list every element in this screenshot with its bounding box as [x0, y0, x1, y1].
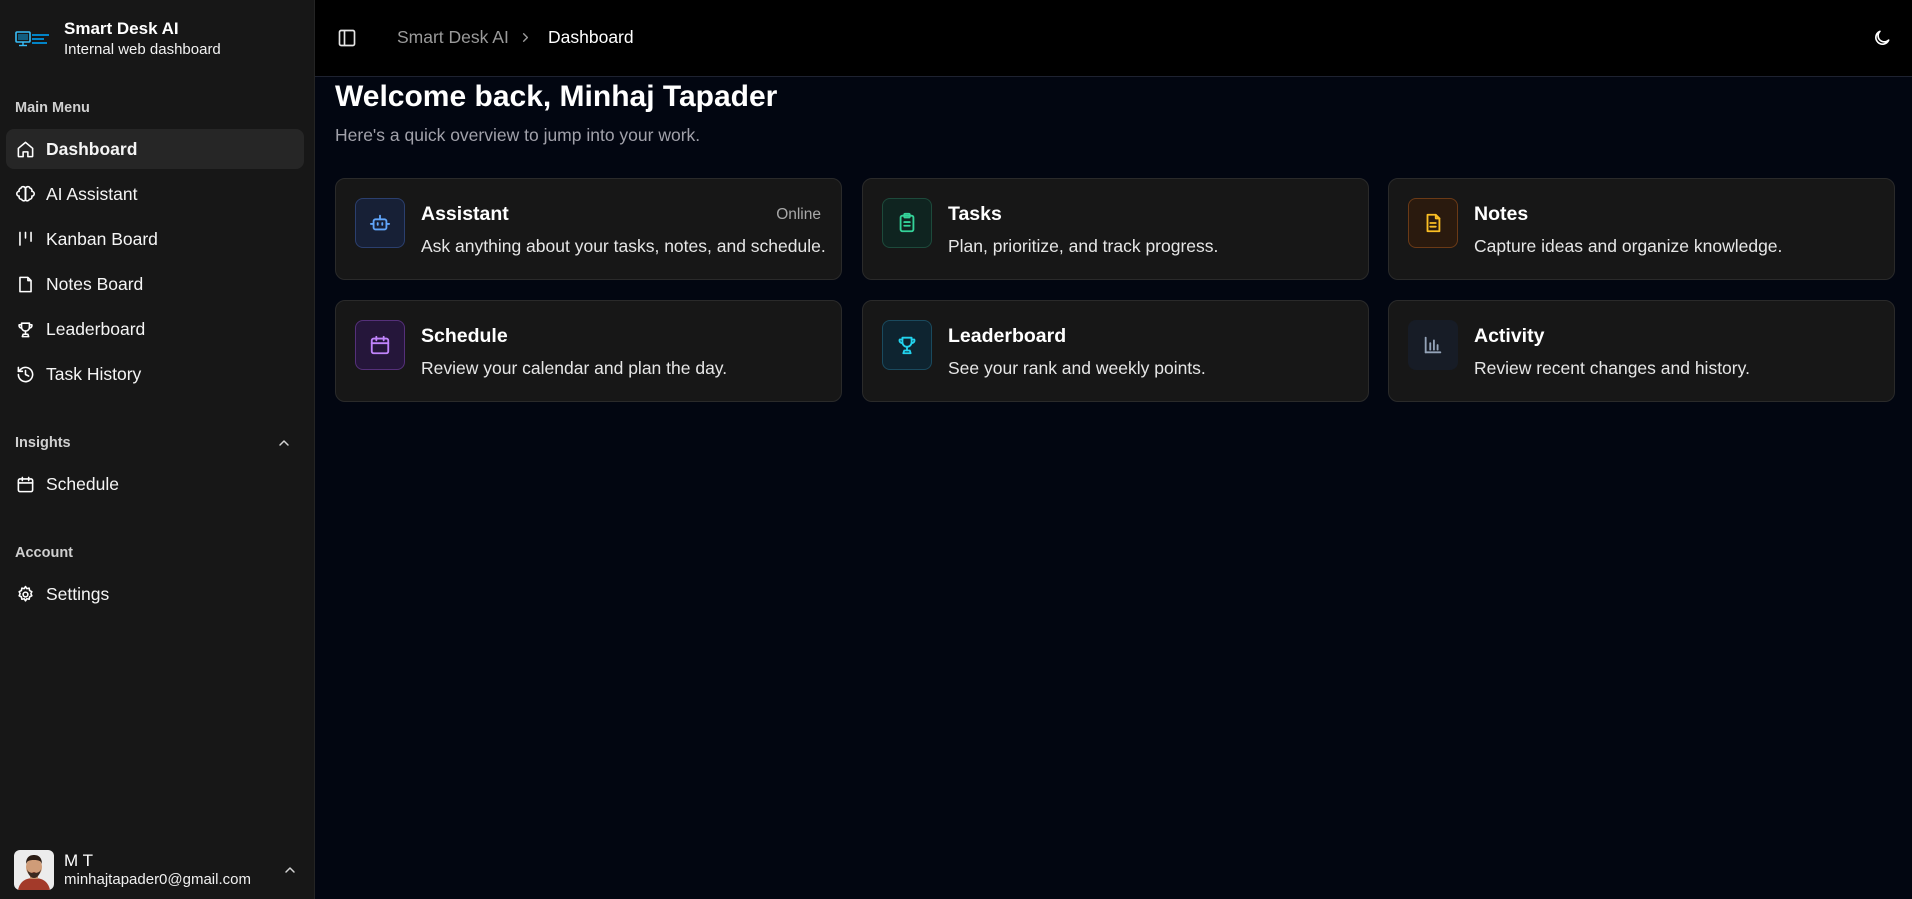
page-subtitle: Here's a quick overview to jump into you… [335, 125, 701, 145]
sidebar-item-label: Notes Board [46, 273, 144, 294]
bot-icon [369, 214, 391, 231]
card-title: Activity [1474, 325, 1545, 347]
moon-icon[interactable] [1872, 28, 1892, 48]
card-activity[interactable]: Activity Review recent changes and histo… [1388, 300, 1895, 402]
card-leaderboard[interactable]: Leaderboard See your rank and weekly poi… [862, 300, 1369, 402]
chevron-up-icon [285, 867, 295, 873]
sidebar: Smart Desk AI Internal web dashboard Mai… [0, 0, 315, 899]
calendar-icon [370, 335, 390, 355]
avatar [14, 850, 54, 890]
trophy-icon [898, 336, 916, 355]
sidebar-item-ai-assistant[interactable]: AI Assistant [6, 174, 304, 214]
card-schedule[interactable]: Schedule Review your calendar and plan t… [335, 300, 842, 402]
card-title: Schedule [421, 325, 508, 347]
sidebar-item-schedule[interactable]: Schedule [6, 464, 304, 504]
top-bar: Smart Desk AI Dashboard [315, 0, 1912, 77]
card-icon-box [355, 198, 405, 248]
breadcrumb-home[interactable]: Smart Desk AI [397, 27, 509, 48]
card-assistant[interactable]: Assistant Ask anything about your tasks,… [335, 178, 842, 280]
card-description: Plan, prioritize, and track progress. [948, 236, 1219, 256]
app-logo-icon [15, 31, 49, 47]
card-title: Tasks [948, 203, 1002, 225]
card-title: Assistant [421, 203, 509, 225]
card-icon-box [882, 320, 932, 370]
chevron-up-icon[interactable] [276, 435, 292, 451]
file-text-icon [1426, 213, 1441, 233]
home-icon [17, 141, 34, 157]
card-description: Review your calendar and plan the day. [421, 358, 728, 378]
brain-icon [16, 185, 35, 202]
sidebar-item-label: Schedule [46, 473, 119, 494]
calendar-icon [17, 476, 34, 492]
brand[interactable]: Smart Desk AI Internal web dashboard [15, 18, 221, 64]
app-title: Smart Desk AI [64, 19, 179, 38]
sidebar-toggle-icon[interactable] [337, 28, 357, 48]
card-tasks[interactable]: Tasks Plan, prioritize, and track progre… [862, 178, 1369, 280]
sidebar-item-leaderboard[interactable]: Leaderboard [6, 309, 304, 349]
page-title: Welcome back, Minhaj Tapader [335, 80, 778, 113]
sidebar-item-label: Settings [46, 583, 110, 604]
sidebar-item-label: Leaderboard [46, 318, 146, 339]
card-description: Ask anything about your tasks, notes, an… [421, 236, 826, 256]
account-label: Account [15, 545, 73, 561]
sidebar-item-label: AI Assistant [46, 183, 138, 204]
sidebar-item-task-history[interactable]: Task History [6, 354, 304, 394]
gear-icon [18, 585, 33, 602]
sidebar-item-label: Task History [46, 363, 142, 384]
card-title: Leaderboard [948, 325, 1067, 347]
sidebar-item-dashboard[interactable]: Dashboard [6, 129, 304, 169]
card-description: See your rank and weekly points. [948, 358, 1206, 378]
app-subtitle: Internal web dashboard [64, 41, 221, 58]
user-menu[interactable]: M T minhajtapader0@gmail.com [14, 848, 304, 892]
card-icon-box [882, 198, 932, 248]
trophy-icon [18, 321, 33, 337]
card-icon-box [355, 320, 405, 370]
clipboard-icon [899, 212, 915, 233]
insights-label: Insights [15, 435, 71, 451]
card-icon-box [1408, 198, 1458, 248]
breadcrumb-current: Dashboard [548, 27, 634, 47]
note-icon [19, 276, 32, 292]
kanban-icon [19, 231, 32, 246]
chevron-right-icon [522, 33, 529, 42]
card-icon-box [1408, 320, 1458, 370]
sidebar-item-settings[interactable]: Settings [6, 574, 304, 614]
card-description: Review recent changes and history. [1474, 358, 1750, 378]
user-email: minhajtapader0@gmail.com [64, 870, 251, 888]
sidebar-item-label: Kanban Board [46, 228, 158, 249]
card-notes[interactable]: Notes Capture ideas and organize knowled… [1388, 178, 1895, 280]
status-badge: Online [776, 206, 821, 223]
card-title: Notes [1474, 203, 1529, 225]
sidebar-item-label: Dashboard [46, 138, 138, 159]
user-name: M T [64, 850, 93, 870]
sidebar-item-notes-board[interactable]: Notes Board [6, 264, 304, 304]
sidebar-item-kanban-board[interactable]: Kanban Board [6, 219, 304, 259]
bar-chart-icon [1424, 336, 1442, 354]
card-description: Capture ideas and organize knowledge. [1474, 236, 1783, 256]
main-menu-label: Main Menu [15, 100, 90, 116]
history-icon [17, 366, 34, 382]
